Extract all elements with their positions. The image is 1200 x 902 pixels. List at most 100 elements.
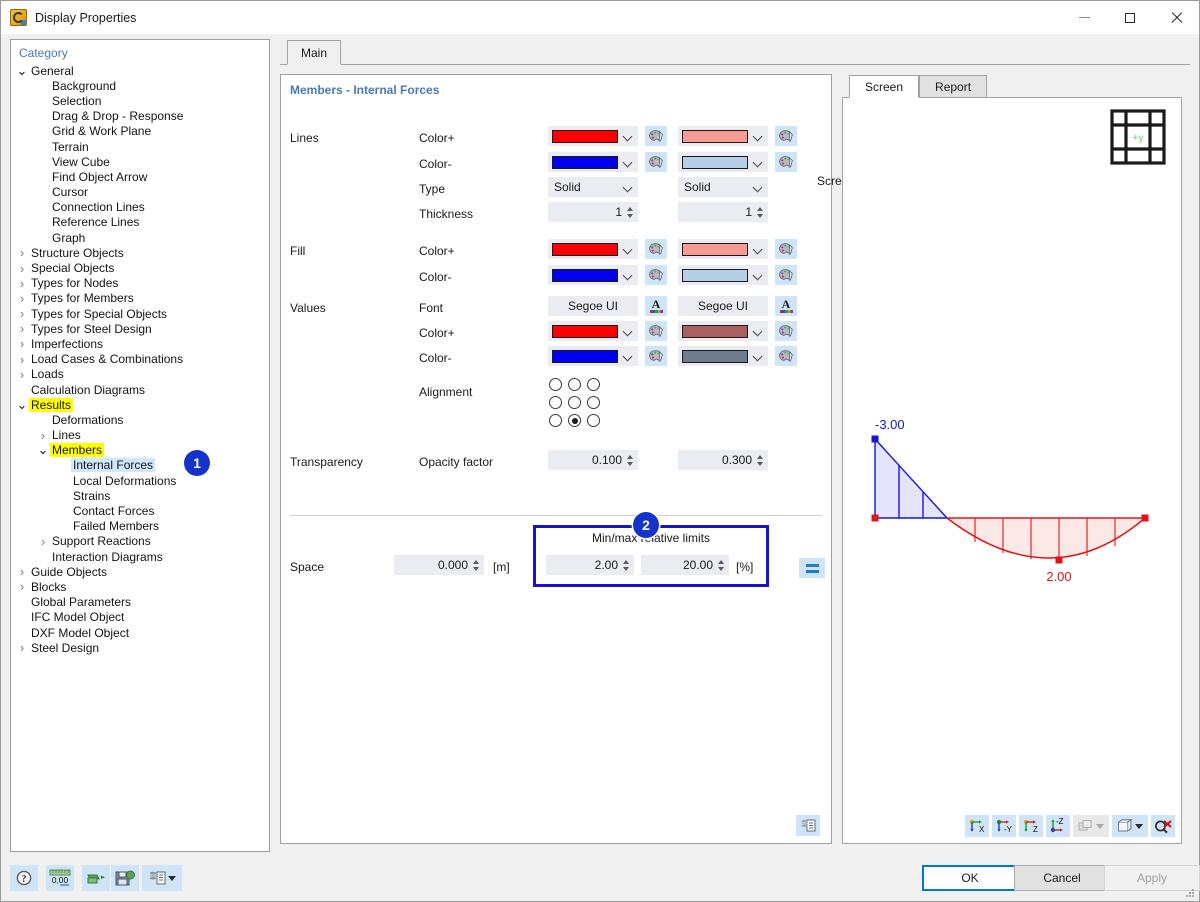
chevron-right-icon[interactable]: › [15, 245, 29, 260]
chevron-right-icon[interactable]: › [15, 261, 29, 276]
tree-item-background[interactable]: Background [11, 78, 269, 93]
spinner-arrows-icon[interactable] [471, 557, 480, 573]
tree-item-guide-objects[interactable]: ›Guide Objects [11, 564, 269, 579]
chevron-right-icon[interactable]: › [36, 428, 50, 443]
maximize-button[interactable] [1107, 1, 1153, 34]
tree-item-reference-lines[interactable]: Reference Lines [11, 215, 269, 230]
lines-report-color-plus-dropdown[interactable] [678, 126, 768, 146]
tree-item-local-deformations[interactable]: Local Deformations [11, 473, 269, 488]
view-minus-z-button[interactable]: -Z [1046, 815, 1070, 837]
render-mode-button[interactable] [1073, 815, 1109, 837]
chevron-down-icon[interactable]: ⌄ [36, 447, 50, 453]
category-tree[interactable]: ⌄GeneralBackgroundSelectionDrag & Drop -… [11, 63, 269, 655]
spinner-arrows-icon[interactable] [621, 557, 630, 573]
lines-report-color-minus-dropdown[interactable] [678, 152, 768, 172]
chevron-right-icon[interactable]: › [36, 534, 50, 549]
screen-opacity-stepper[interactable]: 0.100 [548, 450, 638, 470]
tree-item-special-objects[interactable]: ›Special Objects [11, 260, 269, 275]
fill-report-color-minus-dropdown[interactable] [678, 265, 768, 285]
tree-item-interaction-diagrams[interactable]: Interaction Diagrams [11, 549, 269, 564]
fill-screen-color-minus-dropdown[interactable] [548, 265, 638, 285]
alignment-radio-grid[interactable] [549, 378, 606, 432]
space-stepper[interactable]: 0.000 [394, 555, 484, 575]
fill-screen-color-minus-palette-button[interactable] [645, 265, 667, 285]
fill-report-color-plus-palette-button[interactable] [775, 239, 797, 259]
lines-screen-color-minus-dropdown[interactable] [548, 152, 638, 172]
settings-list-button[interactable] [142, 865, 182, 891]
minmax-max-stepper[interactable]: 20.00 [641, 555, 729, 575]
alignment-radio-3[interactable] [549, 396, 562, 409]
lines-report-color-minus-palette-button[interactable] [775, 152, 797, 172]
minimize-button[interactable] [1061, 1, 1107, 34]
help-button[interactable]: ? [10, 865, 38, 891]
fill-report-color-minus-palette-button[interactable] [775, 265, 797, 285]
alignment-radio-2[interactable] [587, 378, 600, 391]
alignment-radio-6[interactable] [549, 414, 562, 427]
tree-item-find-object-arrow[interactable]: Find Object Arrow [11, 169, 269, 184]
tree-item-view-cube[interactable]: View Cube [11, 154, 269, 169]
tree-item-blocks[interactable]: ›Blocks [11, 579, 269, 594]
alignment-radio-5[interactable] [587, 396, 600, 409]
fill-screen-color-plus-palette-button[interactable] [645, 239, 667, 259]
tree-item-general[interactable]: ⌄General [11, 63, 269, 78]
tree-item-grid-work-plane[interactable]: Grid & Work Plane [11, 124, 269, 139]
tree-item-graph[interactable]: Graph [11, 230, 269, 245]
chevron-right-icon[interactable]: › [15, 564, 29, 579]
preview-tab-strip[interactable]: ScreenReport [842, 74, 1182, 98]
chevron-right-icon[interactable]: › [15, 291, 29, 306]
chevron-right-icon[interactable]: › [15, 352, 29, 367]
minmax-min-stepper[interactable]: 2.00 [546, 555, 634, 575]
spinner-arrows-icon[interactable] [755, 204, 764, 220]
units-button[interactable]: 0,00 [46, 865, 74, 891]
chevron-right-icon[interactable]: › [15, 367, 29, 382]
tree-item-lines[interactable]: ›Lines [11, 428, 269, 443]
values-report-color-minus-dropdown[interactable] [678, 346, 768, 366]
alignment-radio-8[interactable] [587, 414, 600, 427]
clear-selection-button[interactable] [1151, 815, 1175, 837]
tree-item-drag-drop-response[interactable]: Drag & Drop - Response [11, 109, 269, 124]
alignment-radio-4[interactable] [568, 396, 581, 409]
view-z-button[interactable]: Z [1019, 815, 1043, 837]
chevron-right-icon[interactable]: › [15, 579, 29, 594]
tree-item-strains[interactable]: Strains [11, 488, 269, 503]
chevron-right-icon[interactable]: › [15, 640, 29, 655]
preview-canvas[interactable]: +y [842, 97, 1182, 844]
alignment-radio-0[interactable] [549, 378, 562, 391]
values-screen-color-plus-palette-button[interactable] [645, 321, 667, 341]
lines-report-type-select[interactable]: Solid [678, 177, 768, 197]
tree-item-terrain[interactable]: Terrain [11, 139, 269, 154]
close-button[interactable] [1153, 1, 1199, 34]
view-x-button[interactable]: X [965, 815, 989, 837]
tree-item-global-parameters[interactable]: Global Parameters [11, 595, 269, 610]
preview-tab-report[interactable]: Report [919, 75, 987, 98]
values-screen-font-button[interactable]: Segoe UI [548, 296, 638, 316]
tree-item-support-reactions[interactable]: ›Support Reactions [11, 534, 269, 549]
view-minus-y-button[interactable]: -Y [992, 815, 1016, 837]
resize-grip[interactable] [1185, 888, 1195, 898]
spinner-arrows-icon[interactable] [716, 557, 725, 573]
lines-screen-color-plus-dropdown[interactable] [548, 126, 638, 146]
values-screen-font-color-button[interactable]: A [645, 296, 667, 316]
equalize-columns-button[interactable] [799, 558, 825, 578]
lines-screen-color-plus-palette-button[interactable] [645, 126, 667, 146]
tree-item-connection-lines[interactable]: Connection Lines [11, 200, 269, 215]
values-report-font-button[interactable]: Segoe UI [678, 296, 768, 316]
ok-button[interactable]: OK [922, 865, 1018, 891]
alignment-radio-1[interactable] [568, 378, 581, 391]
preview-tab-screen[interactable]: Screen [849, 75, 919, 98]
tree-item-loads[interactable]: ›Loads [11, 367, 269, 382]
tree-item-types-for-members[interactable]: ›Types for Members [11, 291, 269, 306]
view-cube-icon[interactable]: +y [1109, 108, 1167, 166]
tree-item-steel-design[interactable]: ›Steel Design [11, 640, 269, 655]
spinner-arrows-icon[interactable] [755, 452, 764, 468]
chevron-right-icon[interactable]: › [15, 306, 29, 321]
lines-screen-color-minus-palette-button[interactable] [645, 152, 667, 172]
tree-item-members[interactable]: ⌄Members [11, 443, 269, 458]
tree-item-failed-members[interactable]: Failed Members [11, 519, 269, 534]
lines-report-thickness-stepper[interactable]: 1 [678, 202, 768, 222]
tree-item-load-cases-combinations[interactable]: ›Load Cases & Combinations [11, 352, 269, 367]
save-settings-button[interactable] [111, 865, 139, 891]
lines-screen-thickness-stepper[interactable]: 1 [548, 202, 638, 222]
chevron-right-icon[interactable]: › [15, 321, 29, 336]
spinner-arrows-icon[interactable] [625, 204, 634, 220]
